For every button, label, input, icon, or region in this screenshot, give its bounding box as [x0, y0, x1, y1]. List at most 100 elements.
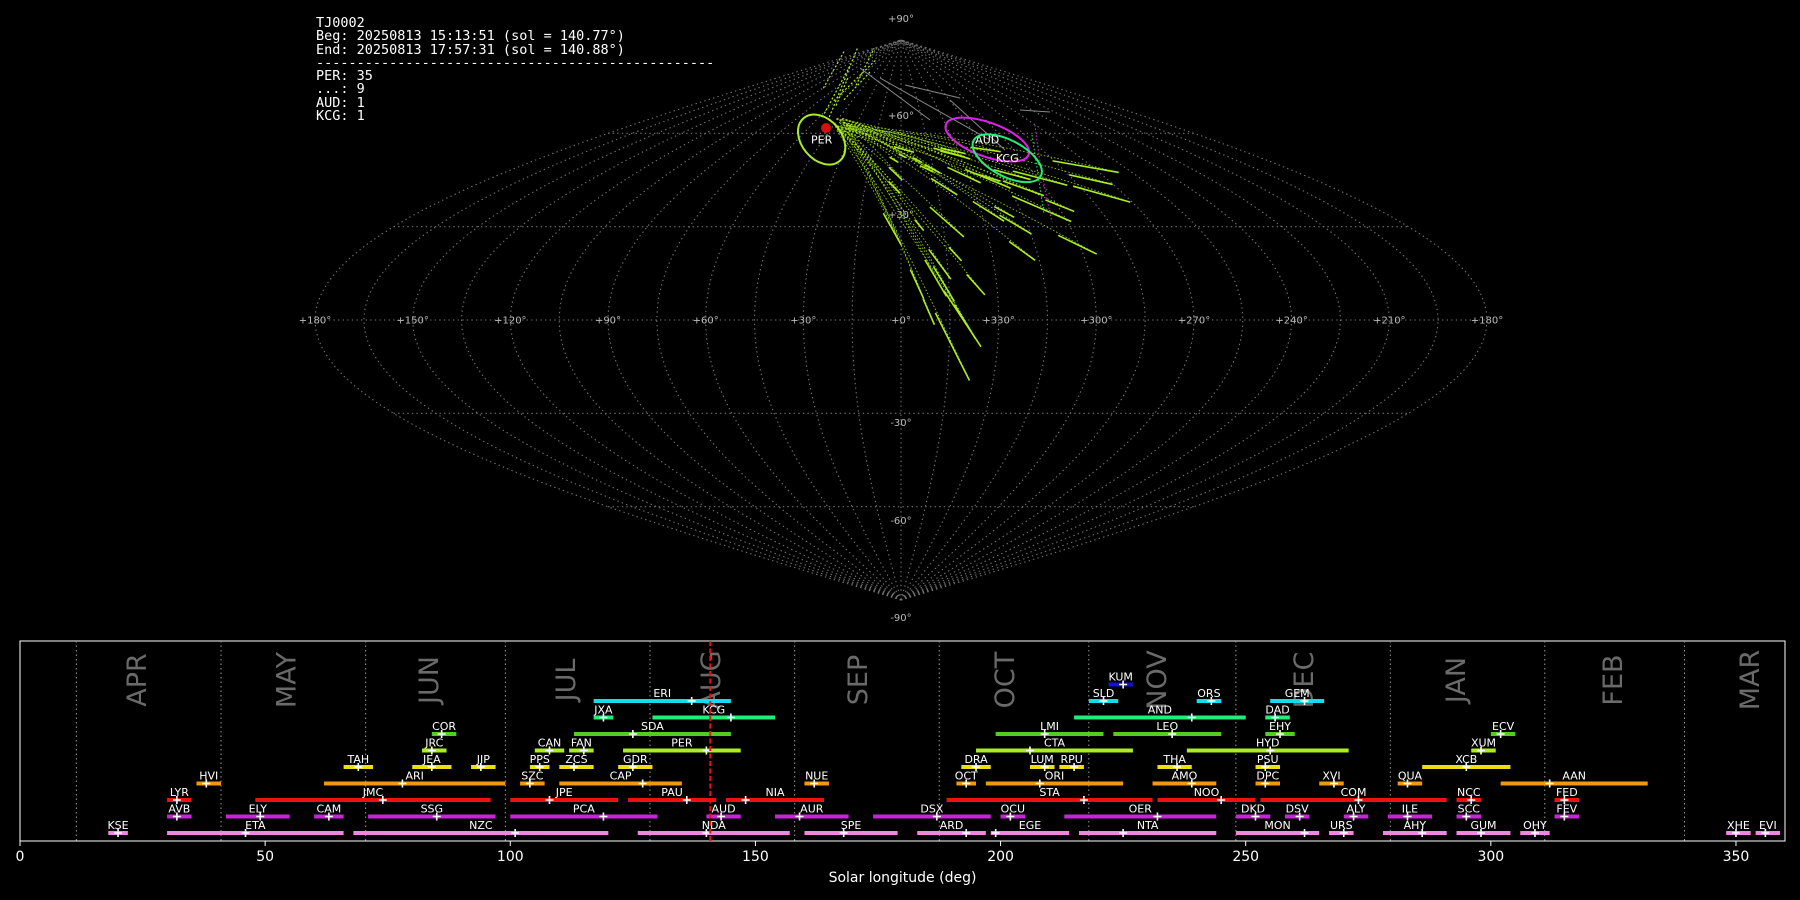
shower-label: XCB [1455, 753, 1477, 766]
shower-ncc: NCC [1456, 786, 1482, 804]
shower-label: FEV [1556, 803, 1577, 816]
shower-label: CAN [538, 737, 561, 750]
month-label: JUL [551, 659, 582, 704]
x-tick-label: 100 [497, 849, 524, 865]
longitude-label: +0° [891, 316, 911, 327]
shower-dsx: DSX [873, 803, 991, 821]
month-label: FEB [1598, 654, 1629, 705]
shower-gum: GUM [1456, 819, 1511, 837]
shower-leo: LEO [1113, 720, 1222, 738]
shower-aan: AAN [1500, 770, 1648, 788]
longitude-label: +330° [982, 316, 1014, 327]
shower-label: FED [1556, 786, 1578, 799]
shower-and: AND [1074, 704, 1246, 722]
shower-label: HYD [1256, 737, 1279, 750]
meteor-segment [887, 180, 901, 194]
shower-label: JRC [424, 737, 443, 750]
peak-marker [1300, 829, 1309, 837]
shower-oct: OCT [955, 770, 978, 788]
longitude-label: +30° [790, 316, 816, 327]
longitude-label: +90° [595, 316, 621, 327]
peak-marker [726, 713, 735, 722]
shower-can: CAN [534, 737, 565, 755]
shower-jpe: JPE [510, 786, 619, 804]
shower-label: ORS [1197, 687, 1220, 700]
shower-per: PER [623, 737, 741, 755]
shower-label: SZC [521, 770, 544, 783]
shower-label: JEA [422, 753, 441, 766]
shower-ori: ORI [985, 770, 1124, 788]
shower-pca: PCA [510, 803, 658, 821]
shower-label: SSG [421, 803, 444, 816]
meteor-segment [1072, 185, 1131, 203]
shower-ecv: ECV [1490, 720, 1516, 738]
shower-label: SLD [1093, 687, 1115, 700]
shower-label: NDA [702, 819, 727, 832]
shower-ocu: OCU [1000, 803, 1026, 821]
shower-label: COM [1341, 786, 1367, 799]
shower-ahy: AHY [1382, 819, 1447, 837]
shower-urs: URS [1329, 819, 1354, 837]
shower-label: DSV [1286, 803, 1309, 816]
shower-jrc: JRC [422, 737, 447, 755]
meteor-segment [929, 206, 965, 238]
shower-label: OER [1129, 803, 1153, 816]
shower-label: LUM [1031, 753, 1054, 766]
shower-label: GDR [623, 753, 648, 766]
shower-scc: SCC [1456, 803, 1482, 821]
shower-sta: STA [946, 786, 1153, 804]
meteor-segment [1045, 199, 1075, 213]
x-tick-label: 0 [16, 849, 25, 865]
sporadic-trail [904, 84, 961, 99]
shower-label: CAP [610, 770, 632, 783]
radiant-aud: AUD [944, 116, 1031, 163]
latitude-label: +60° [888, 111, 914, 122]
shower-label: AUR [800, 803, 824, 816]
peak-marker [599, 812, 608, 821]
shower-nda: NDA [637, 819, 790, 837]
x-tick-label: 150 [742, 849, 769, 865]
count-kcg: KCG: 1 [316, 108, 365, 125]
sporadic-trail [879, 77, 991, 141]
shower-fan: FAN [569, 737, 594, 755]
shower-label: AND [1148, 704, 1172, 717]
longitude-label: +210° [1373, 316, 1405, 327]
x-tick-label: 300 [1477, 849, 1504, 865]
shower-ssg: SSG [368, 803, 496, 821]
shower-label: DAD [1265, 704, 1289, 717]
shower-label: FAN [571, 737, 592, 750]
shower-bars: KUM ERI SLD ORS GEM JXA KCG AND DAD COR SDA LMI LEO E… [107, 671, 1781, 837]
meteor-segment [930, 177, 958, 196]
meteor-segment [909, 269, 925, 300]
shower-label: SDA [641, 720, 664, 733]
peak-marker [638, 779, 647, 788]
peak-marker [741, 796, 750, 804]
meteor-trail [847, 124, 1036, 261]
shower-evi: EVI [1755, 819, 1781, 837]
meteor-segment [999, 214, 1032, 235]
shower-jxa: JXA [593, 704, 614, 722]
shower-rpu: RPU [1059, 753, 1084, 771]
meteor-segment [1057, 234, 1098, 255]
shower-szc: SZC [520, 770, 545, 788]
shower-kse: KSE [107, 819, 129, 837]
month-label: JAN [1441, 657, 1472, 705]
shower-lyr: LYR [167, 786, 192, 804]
month-label: NOV [1142, 650, 1173, 710]
longitude-label: +150° [396, 316, 428, 327]
shower-label: AUD [712, 803, 736, 816]
shower-label: COR [432, 720, 456, 733]
peak-marker [702, 746, 711, 755]
meteor-segment [889, 156, 899, 164]
shower-sld: SLD [1088, 687, 1119, 705]
shower-label: LEO [1156, 720, 1178, 733]
shower-label: PCA [573, 803, 595, 816]
meteor-segment [833, 59, 877, 102]
shower-dkd: DKD [1235, 803, 1271, 821]
shower-fed: FED [1554, 786, 1580, 804]
longitude-label: +180° [1471, 316, 1503, 327]
shower-tha: THA [1157, 753, 1192, 771]
month-label: MAR [1735, 650, 1766, 711]
shower-hyd: HYD [1186, 737, 1349, 755]
shower-label: JIP [476, 753, 490, 766]
